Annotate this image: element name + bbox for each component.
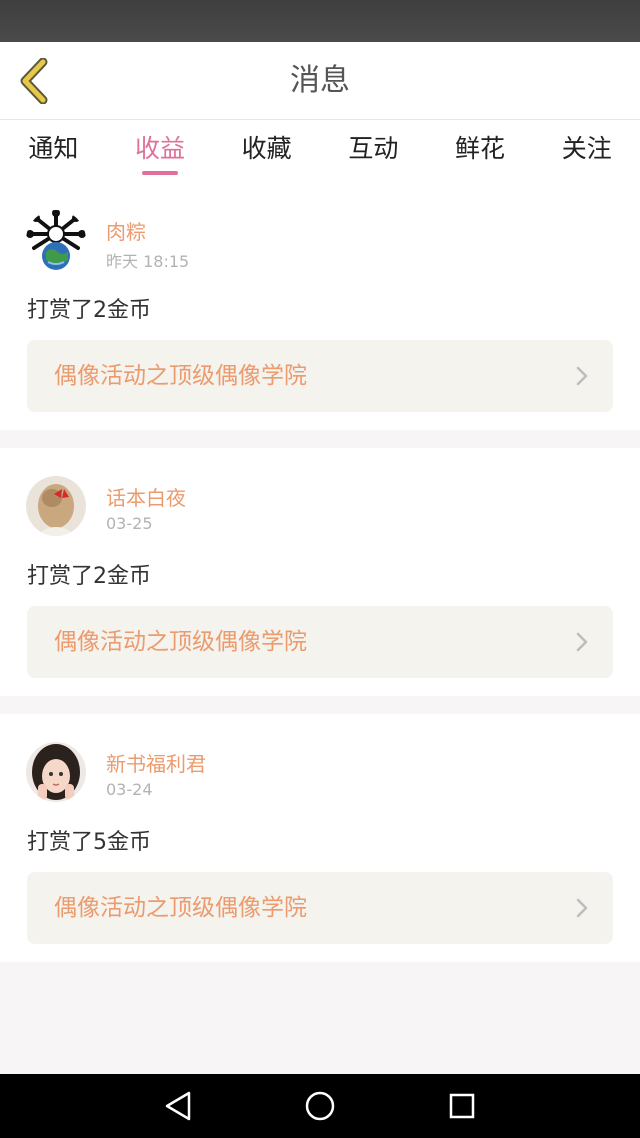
- timestamp: 昨天 18:15: [106, 252, 190, 271]
- reward-text: 打赏了2金币: [27, 298, 151, 323]
- timestamp: 03-25: [106, 514, 153, 533]
- book-link[interactable]: 偶像活动之顶级偶像学院: [27, 606, 613, 678]
- tab-earnings[interactable]: 收益: [107, 120, 214, 182]
- tab-bar: 通知 收益 收藏 互动 鲜花 关注: [0, 120, 640, 182]
- tab-label: 收益: [135, 134, 186, 163]
- tab-label: 通知: [28, 134, 79, 163]
- timestamp: 03-24: [106, 780, 153, 799]
- page-title: 消息: [290, 63, 350, 98]
- nav-recents-button[interactable]: [442, 1086, 482, 1126]
- system-nav-bar: [0, 1074, 640, 1138]
- tab-notifications[interactable]: 通知: [0, 120, 107, 182]
- message-list: 肉粽 昨天 18:15 打赏了2金币 偶像活动之顶级偶像学院 话本白夜 03-2…: [0, 182, 640, 980]
- chevron-right-icon: [576, 366, 588, 386]
- recents-square-icon: [449, 1093, 475, 1119]
- reward-text: 打赏了2金币: [27, 564, 151, 589]
- book-title: 偶像活动之顶级偶像学院: [54, 363, 307, 389]
- tab-label: 关注: [561, 134, 612, 163]
- nav-home-button[interactable]: [300, 1086, 340, 1126]
- tab-interactions[interactable]: 互动: [320, 120, 427, 182]
- chevron-left-icon: [20, 58, 48, 104]
- user-name[interactable]: 新书福利君: [106, 748, 206, 777]
- message-card: 肉粽 昨天 18:15 打赏了2金币 偶像活动之顶级偶像学院: [0, 182, 640, 430]
- tab-favorites[interactable]: 收藏: [213, 120, 320, 182]
- tab-label: 收藏: [241, 134, 292, 163]
- book-link[interactable]: 偶像活动之顶级偶像学院: [27, 340, 613, 412]
- book-title: 偶像活动之顶级偶像学院: [54, 895, 307, 921]
- status-bar: [0, 0, 640, 42]
- tab-following[interactable]: 关注: [533, 120, 640, 182]
- chevron-right-icon: [576, 632, 588, 652]
- back-triangle-icon: [165, 1091, 191, 1121]
- user-name[interactable]: 话本白夜: [106, 482, 186, 511]
- tab-underline: [142, 171, 178, 175]
- book-title: 偶像活动之顶级偶像学院: [54, 629, 307, 655]
- chevron-right-icon: [576, 898, 588, 918]
- back-button[interactable]: [12, 56, 56, 106]
- avatar[interactable]: [26, 476, 86, 536]
- tab-label: 互动: [348, 134, 399, 163]
- tab-flowers[interactable]: 鲜花: [427, 120, 534, 182]
- user-name[interactable]: 肉粽: [106, 216, 146, 245]
- message-card: 话本白夜 03-25 打赏了2金币 偶像活动之顶级偶像学院: [0, 448, 640, 696]
- avatar[interactable]: [26, 742, 86, 802]
- tab-label: 鲜花: [455, 134, 506, 163]
- header: 消息: [0, 42, 640, 120]
- message-card: 新书福利君 03-24 打赏了5金币 偶像活动之顶级偶像学院: [0, 714, 640, 962]
- home-circle-icon: [305, 1091, 335, 1121]
- reward-text: 打赏了5金币: [27, 830, 151, 855]
- book-link[interactable]: 偶像活动之顶级偶像学院: [27, 872, 613, 944]
- avatar[interactable]: [26, 210, 86, 270]
- nav-back-button[interactable]: [158, 1086, 198, 1126]
